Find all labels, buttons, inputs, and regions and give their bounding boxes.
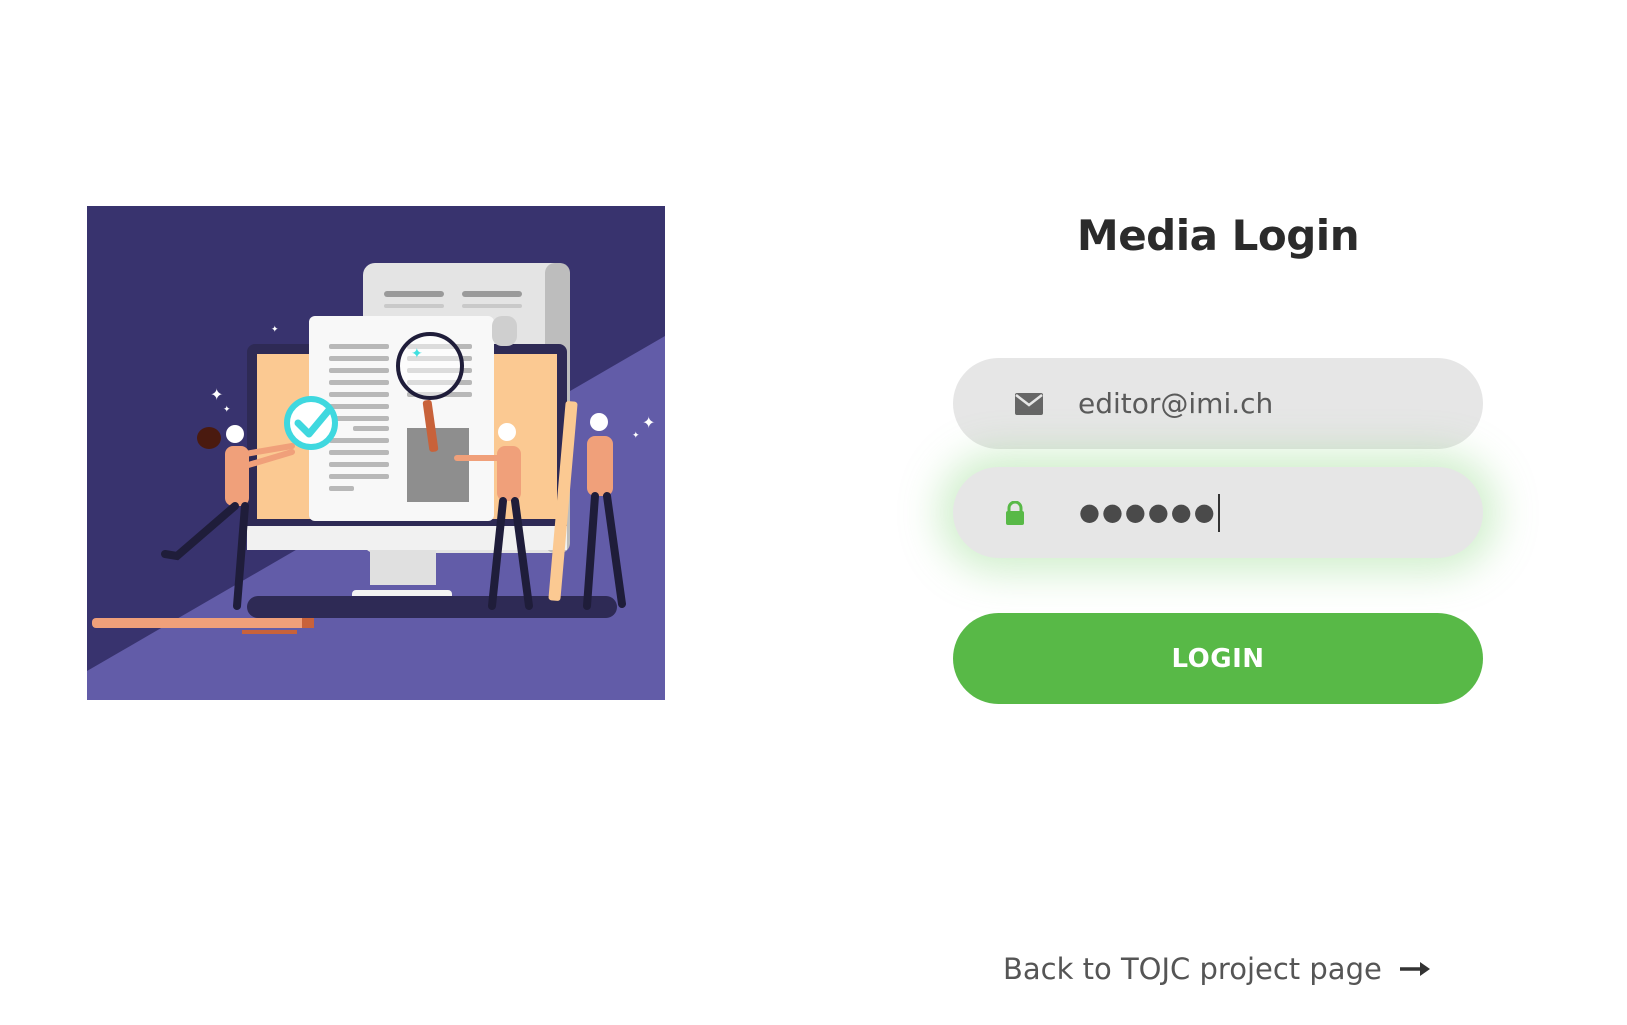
svg-text:✦: ✦: [642, 413, 655, 432]
svg-text:✦: ✦: [632, 431, 640, 441]
email-value[interactable]: editor@imi.ch: [1078, 387, 1273, 420]
svg-text:✦: ✦: [223, 405, 231, 415]
back-link-label: Back to TOJC project page: [1003, 952, 1382, 986]
email-field[interactable]: editor@imi.ch: [953, 358, 1483, 449]
text-caret: [1217, 493, 1220, 532]
page-title: Media Login: [1076, 211, 1360, 260]
arrow-right-icon: [1399, 961, 1430, 977]
svg-text:✦: ✦: [271, 325, 279, 335]
login-page: ✦ ✦ ✦ ✦ ✦ ✦ Media Login editor@imi.ch ●●…: [0, 0, 1627, 1025]
envelope-icon: [1015, 392, 1043, 415]
login-illustration: ✦ ✦ ✦ ✦ ✦ ✦: [87, 206, 665, 700]
login-button[interactable]: LOGIN: [953, 613, 1483, 704]
svg-text:✦: ✦: [210, 385, 223, 404]
login-form: Media Login editor@imi.ch ●●●●●● LOGIN: [953, 190, 1483, 704]
lock-icon: [1005, 500, 1025, 525]
password-field[interactable]: ●●●●●●: [953, 467, 1483, 558]
password-value[interactable]: ●●●●●●: [1079, 493, 1220, 532]
svg-text:✦: ✦: [411, 346, 423, 362]
back-to-project-link[interactable]: Back to TOJC project page: [1003, 952, 1430, 986]
